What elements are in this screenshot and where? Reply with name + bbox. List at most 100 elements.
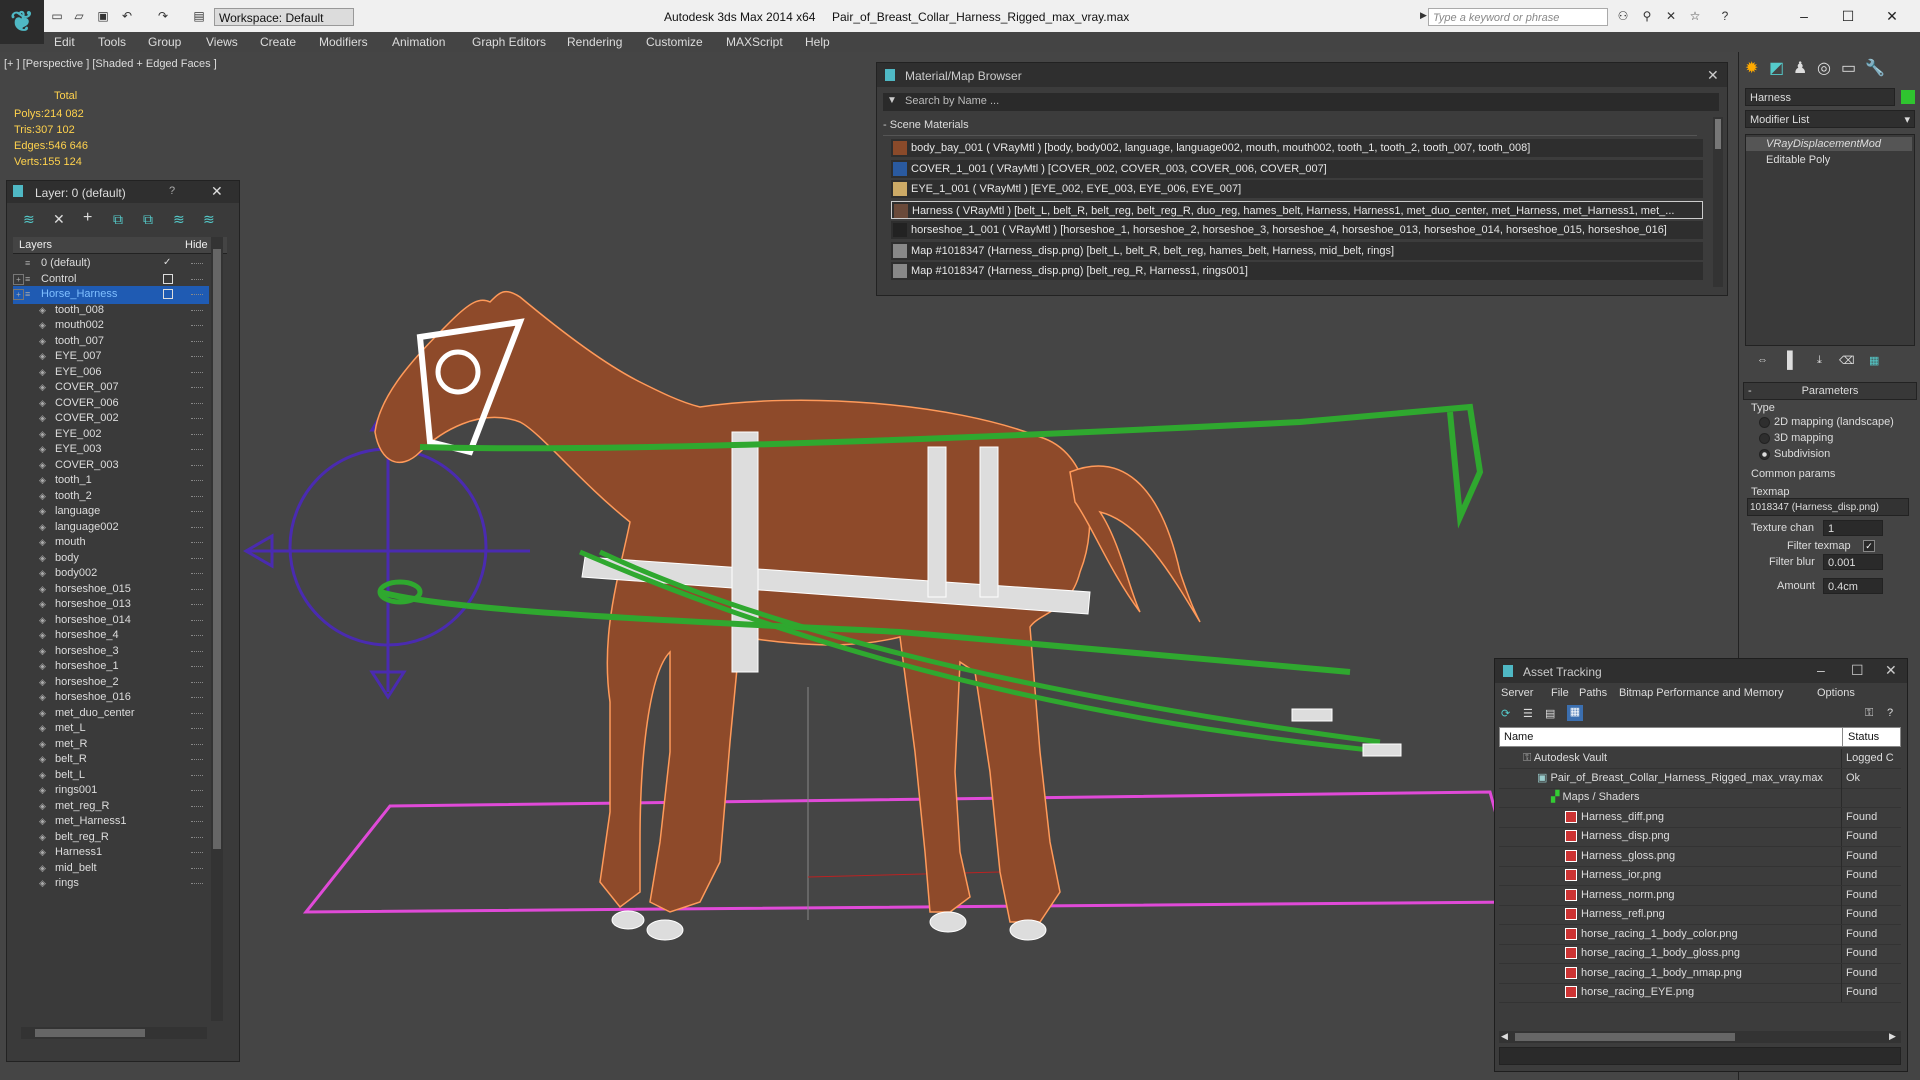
- hide-toggle[interactable]: [191, 557, 203, 562]
- asset-row[interactable]: Harness_norm.png Found: [1499, 885, 1901, 906]
- texture-chan-spinner[interactable]: 1: [1823, 520, 1883, 536]
- menu-customize[interactable]: Customize: [646, 35, 703, 49]
- hide-toggle[interactable]: [191, 356, 203, 360]
- communication-icon[interactable]: ✕: [1662, 8, 1680, 24]
- matbrowser-search-input[interactable]: Search by Name ...: [905, 95, 999, 107]
- asset-row[interactable]: Harness_diff.png Found: [1499, 807, 1901, 828]
- amount-spinner[interactable]: 0.4cm: [1823, 578, 1883, 594]
- modify-tab-icon[interactable]: ◩: [1769, 58, 1784, 78]
- hide-toggle[interactable]: [191, 681, 203, 686]
- layer-checkbox[interactable]: [163, 289, 173, 299]
- workspace-dropdown[interactable]: Workspace: Default: [214, 8, 354, 26]
- hide-column[interactable]: Hide: [185, 239, 208, 251]
- hide-toggle[interactable]: [191, 867, 203, 872]
- material-row[interactable]: Map #1018347 (Harness_disp.png) [belt_re…: [891, 262, 1703, 280]
- matbrowser-scrollbar[interactable]: [1713, 117, 1723, 287]
- asset-help-icon[interactable]: ?: [1887, 707, 1893, 719]
- layers-column[interactable]: Layers: [19, 239, 52, 251]
- hide-toggle[interactable]: [191, 449, 203, 453]
- hide-toggle[interactable]: [191, 604, 203, 608]
- layer-highlight-icon[interactable]: ⧉: [143, 211, 153, 228]
- undo-icon[interactable]: ↶: [118, 8, 136, 24]
- asset-thumbnail-view-icon[interactable]: ▤: [1545, 707, 1555, 720]
- layer-freeze-all-icon[interactable]: ≋: [203, 211, 215, 228]
- asset-row[interactable]: horse_racing_1_body_color.png Found: [1499, 924, 1901, 945]
- asset-row[interactable]: Harness_disp.png Found: [1499, 827, 1901, 847]
- group-toggle-icon[interactable]: -: [883, 119, 890, 131]
- asset-table-view-icon[interactable]: ▦: [1567, 705, 1583, 721]
- asset-row[interactable]: horse_racing_EYE.png Found: [1499, 983, 1901, 1003]
- asset-row[interactable]: Harness_gloss.png Found: [1499, 846, 1901, 867]
- scene-materials-group[interactable]: - Scene Materials: [883, 119, 1697, 136]
- utilities-tab-icon[interactable]: 🔧: [1865, 58, 1885, 78]
- hide-toggle[interactable]: [191, 852, 203, 856]
- material-row[interactable]: body_bay_001 ( VRayMtl ) [body, body002,…: [891, 139, 1703, 157]
- hide-toggle[interactable]: [191, 325, 203, 329]
- layer-hide-all-icon[interactable]: ≋: [173, 211, 185, 228]
- filter-texmap-checkbox[interactable]: ✓: [1863, 540, 1875, 552]
- asset-row[interactable]: horse_racing_1_body_gloss.png Found: [1499, 944, 1901, 964]
- hide-toggle[interactable]: [191, 883, 203, 887]
- search-expand-icon[interactable]: ▶: [1420, 10, 1428, 22]
- asset-list-view-icon[interactable]: ☰: [1523, 707, 1533, 720]
- matbrowser-menu-icon[interactable]: ▼: [887, 95, 897, 106]
- hide-toggle[interactable]: [191, 759, 203, 763]
- remove-modifier-icon[interactable]: ⌫: [1839, 354, 1855, 367]
- asset-col-name[interactable]: Name: [1504, 731, 1533, 743]
- object-color-swatch[interactable]: [1901, 90, 1915, 104]
- hide-toggle[interactable]: [191, 588, 203, 593]
- menu-group[interactable]: Group: [148, 35, 181, 49]
- asset-row[interactable]: ▣ Pair_of_Breast_Collar_Harness_Rigged_m…: [1499, 768, 1901, 789]
- modifier-stack[interactable]: VRayDisplacementMod Editable Poly: [1745, 134, 1915, 346]
- hide-toggle[interactable]: [191, 743, 203, 748]
- hide-toggle[interactable]: [191, 294, 203, 298]
- menu-modifiers[interactable]: Modifiers: [319, 35, 368, 49]
- texmap-button[interactable]: 1018347 (Harness_disp.png): [1747, 498, 1909, 516]
- hide-toggle[interactable]: [191, 309, 203, 314]
- app-logo-icon[interactable]: ❦: [0, 0, 44, 44]
- asset-row[interactable]: Harness_ior.png Found: [1499, 866, 1901, 886]
- layer-new-icon[interactable]: ≋: [23, 211, 35, 228]
- asset-row[interactable]: Harness_refl.png Found: [1499, 905, 1901, 925]
- hide-toggle[interactable]: [191, 650, 203, 655]
- material-row[interactable]: EYE_1_001 ( VRayMtl ) [EYE_002, EYE_003,…: [891, 180, 1703, 198]
- type-option-2d[interactable]: 2D mapping (landscape): [1759, 416, 1894, 428]
- menu-tools[interactable]: Tools: [98, 35, 126, 49]
- hide-toggle[interactable]: [191, 433, 203, 438]
- show-end-result-icon[interactable]: ▌: [1787, 352, 1798, 370]
- menu-edit[interactable]: Edit: [54, 35, 75, 49]
- asset-path-field[interactable]: [1499, 1047, 1901, 1065]
- expand-toggle-icon[interactable]: +: [13, 273, 24, 285]
- asset-table[interactable]: ⚿ Autodesk Vault Logged C ▣ Pair_of_Breast…: [1495, 749, 1907, 1031]
- search-input[interactable]: Type a keyword or phrase: [1428, 8, 1608, 26]
- layer-checkbox[interactable]: [163, 273, 173, 284]
- hide-toggle[interactable]: [191, 805, 203, 810]
- help-icon[interactable]: ?: [1716, 8, 1734, 24]
- hierarchy-tab-icon[interactable]: ♟: [1793, 58, 1807, 78]
- open-file-icon[interactable]: ▱: [70, 8, 88, 24]
- hide-toggle[interactable]: [191, 542, 203, 546]
- asset-hscrollbar[interactable]: ◀ ▶: [1499, 1031, 1901, 1043]
- layer-help-button[interactable]: ?: [169, 185, 175, 197]
- hide-toggle[interactable]: [191, 340, 203, 345]
- expand-toggle-icon[interactable]: +: [13, 289, 24, 300]
- hide-toggle[interactable]: [191, 278, 203, 283]
- project-folder-icon[interactable]: ▤: [190, 8, 208, 24]
- hide-toggle[interactable]: [191, 418, 203, 422]
- stack-item-vray-displacement[interactable]: VRayDisplacementMod: [1746, 137, 1912, 151]
- object-name-field[interactable]: Harness: [1745, 88, 1895, 106]
- hide-toggle[interactable]: [191, 371, 203, 376]
- asset-col-status[interactable]: Status: [1848, 731, 1879, 743]
- type-option-3d[interactable]: 3D mapping: [1759, 432, 1833, 444]
- close-button[interactable]: ✕: [1872, 4, 1912, 28]
- hide-toggle[interactable]: [191, 728, 203, 732]
- hide-toggle[interactable]: [191, 263, 203, 267]
- type-option-subdivision[interactable]: Subdivision: [1759, 448, 1830, 460]
- asset-menu-paths[interactable]: Paths: [1579, 687, 1607, 699]
- favorites-star-icon[interactable]: ☆: [1686, 8, 1704, 24]
- minimize-button[interactable]: –: [1784, 4, 1824, 28]
- asset-maximize-button[interactable]: ☐: [1851, 662, 1864, 679]
- asset-minimize-button[interactable]: –: [1817, 662, 1825, 678]
- modifier-list-dropdown[interactable]: Modifier List ▾: [1745, 110, 1915, 128]
- redo-icon[interactable]: ↷: [154, 8, 172, 24]
